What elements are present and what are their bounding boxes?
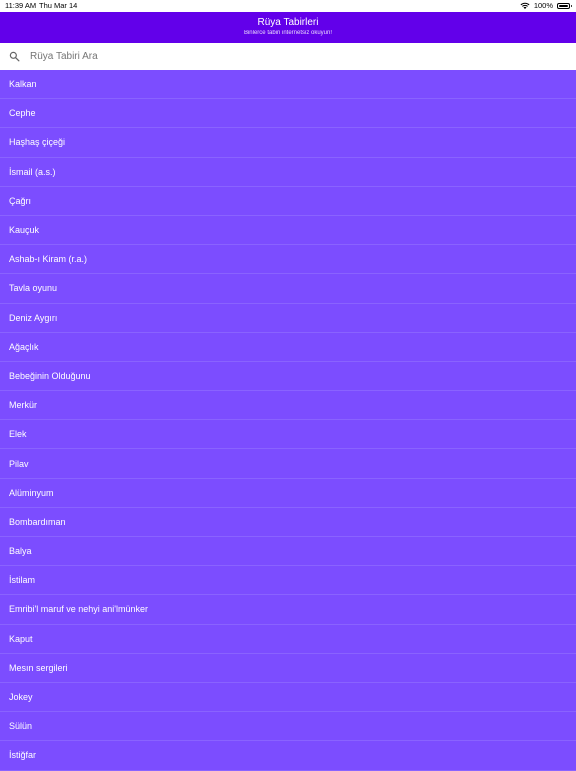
- dream-list: Kalkan Cephe Haşhaş çiçeği İsmail (a.s.) Çağ…: [0, 70, 576, 771]
- search-bar[interactable]: [0, 43, 576, 70]
- list-item[interactable]: Kalkan: [0, 70, 576, 100]
- list-item[interactable]: Haşhaş çiçeği: [0, 128, 576, 158]
- status-right: 100%: [520, 0, 572, 12]
- list-item[interactable]: Tavla oyunu: [0, 274, 576, 304]
- list-item[interactable]: Kauçuk: [0, 216, 576, 246]
- status-date: Thu Mar 14: [39, 1, 78, 10]
- battery-icon: [557, 3, 572, 9]
- app-title: Rüya Tabirleri: [257, 17, 319, 28]
- list-item[interactable]: İstiğfar: [0, 741, 576, 771]
- app-bar: Rüya Tabirleri Binlerce tabiri internets…: [0, 12, 576, 43]
- list-item[interactable]: İstilam: [0, 566, 576, 596]
- list-item[interactable]: Cephe: [0, 99, 576, 129]
- list-item[interactable]: Kaput: [0, 625, 576, 654]
- list-item[interactable]: Emribi'l maruf ve nehyi ani'lmünker: [0, 595, 576, 625]
- status-time: 11:39 AM: [5, 1, 37, 10]
- battery-percent: 100%: [533, 1, 553, 10]
- wifi-icon: [520, 2, 530, 9]
- list-item[interactable]: Balya: [0, 537, 576, 567]
- list-item[interactable]: Deniz Aygırı: [0, 304, 576, 333]
- list-item[interactable]: Merkür: [0, 391, 576, 421]
- list-item[interactable]: Bebeğinin Olduğunu: [0, 362, 576, 392]
- list-item[interactable]: Elek: [0, 420, 576, 450]
- search-input[interactable]: [30, 43, 550, 70]
- list-item[interactable]: Ağaçlık: [0, 333, 576, 362]
- list-item[interactable]: Pilav: [0, 449, 576, 479]
- list-item[interactable]: Bombardıman: [0, 508, 576, 537]
- list-item[interactable]: Jokey: [0, 683, 576, 713]
- search-icon[interactable]: [9, 51, 20, 62]
- list-item[interactable]: Mesın sergileri: [0, 654, 576, 683]
- status-bar: 11:39 AM Thu Mar 14 100%: [0, 0, 576, 12]
- list-item[interactable]: Alüminyum: [0, 479, 576, 508]
- app-subtitle: Binlerce tabiri internetsiz okuyun!: [243, 30, 333, 36]
- list-item[interactable]: İsmail (a.s.): [0, 158, 576, 187]
- list-item[interactable]: Sülün: [0, 712, 576, 742]
- list-item[interactable]: Çağrı: [0, 187, 576, 216]
- list-item[interactable]: Ashab-ı Kiram (r.a.): [0, 245, 576, 275]
